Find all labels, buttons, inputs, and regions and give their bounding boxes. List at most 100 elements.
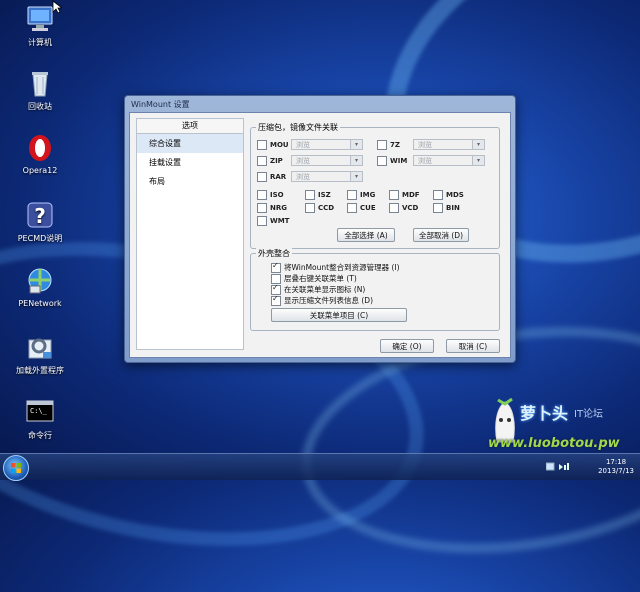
wim-combo[interactable]: 浏览 ▾ [413, 155, 485, 166]
checkbox[interactable] [433, 203, 443, 213]
desktop-icon-label: PENetwork [18, 299, 62, 308]
format-label: BIN [446, 204, 460, 212]
taskbar: 17:18 2013/7/13 [0, 453, 640, 481]
cancel-button[interactable]: 取消 (C) [446, 339, 500, 353]
watermark: 萝卜头 IT论坛 www.luobotou.pw [488, 398, 638, 458]
format-wmt[interactable]: WMT [257, 216, 289, 226]
combo-value: 浏览 [296, 173, 310, 181]
format-label: VCD [402, 204, 419, 212]
format-wim[interactable]: WIM [377, 156, 407, 166]
7z-combo[interactable]: 浏览 ▾ [413, 139, 485, 150]
option-integrate-explorer[interactable]: 将WinMount整合到资源管理器 (I) [271, 261, 400, 273]
format-isz[interactable]: ISZ [305, 190, 331, 200]
sidebar-item-layout[interactable]: 布局 [137, 172, 243, 191]
format-label: NRG [270, 204, 287, 212]
options-sidebar: 选项 综合设置 挂载设置 布局 [136, 118, 244, 350]
sidebar-item-mount[interactable]: 挂载设置 [137, 153, 243, 172]
checkbox[interactable] [377, 140, 387, 150]
rar-combo[interactable]: 浏览 ▾ [291, 171, 363, 182]
checkbox[interactable] [257, 172, 267, 182]
format-mdf[interactable]: MDF [389, 190, 420, 200]
option-menu-icons[interactable]: 在关联菜单显示图标 (N) [271, 283, 365, 295]
chevron-down-icon: ▾ [472, 156, 484, 165]
svg-text:C:\_: C:\_ [30, 407, 48, 415]
format-nrg[interactable]: NRG [257, 203, 287, 213]
desktop-icon-pecmd-help[interactable]: ? PECMD说明 [10, 200, 70, 244]
format-label: ISZ [318, 191, 331, 199]
format-label: WIM [390, 157, 408, 165]
option-label: 显示压缩文件列表信息 (D) [284, 296, 374, 305]
option-cascade-menu[interactable]: 层叠右键关联菜单 (T) [271, 273, 357, 284]
checkbox[interactable] [271, 261, 281, 273]
context-menu-items-button[interactable]: 关联菜单项目 (C) [271, 308, 407, 322]
checkbox[interactable] [257, 156, 267, 166]
checkbox[interactable] [377, 156, 387, 166]
command-prompt-icon: C:\_ [25, 397, 55, 427]
watermark-suffix: IT论坛 [574, 409, 604, 420]
desktop-icon-command-prompt[interactable]: C:\_ 命令行 [10, 397, 70, 441]
format-bin[interactable]: BIN [433, 203, 460, 213]
checkbox[interactable] [257, 203, 267, 213]
watermark-url: www.luobotou.pw [488, 436, 620, 451]
format-ccd[interactable]: CCD [305, 203, 334, 213]
zip-combo[interactable]: 浏览 ▾ [291, 155, 363, 166]
cancel-all-button[interactable]: 全部取消 (D) [413, 228, 469, 242]
format-img[interactable]: IMG [347, 190, 375, 200]
format-zip[interactable]: ZIP [257, 156, 283, 166]
winmount-settings-window[interactable]: WinMount 设置 选项 综合设置 挂载设置 布局 压缩包，镜像文件关联 M… [124, 95, 516, 363]
start-button[interactable] [3, 455, 29, 481]
format-7z[interactable]: 7Z [377, 140, 400, 150]
tray-icons[interactable] [546, 462, 570, 472]
taskbar-clock[interactable]: 17:18 2013/7/13 [598, 458, 634, 476]
checkbox[interactable] [347, 203, 357, 213]
checkbox[interactable] [433, 190, 443, 200]
mou-combo[interactable]: 浏览 ▾ [291, 139, 363, 150]
checkbox[interactable] [257, 216, 267, 226]
combo-value: 浏览 [418, 157, 432, 165]
format-cue[interactable]: CUE [347, 203, 376, 213]
checkbox[interactable] [347, 190, 357, 200]
desktop-icon-label: 加载外置程序 [16, 366, 64, 375]
window-title: WinMount 设置 [131, 100, 190, 109]
combo-value: 浏览 [418, 141, 432, 149]
format-label: CUE [360, 204, 376, 212]
checkbox[interactable] [305, 190, 315, 200]
chevron-down-icon: ▾ [472, 140, 484, 149]
combo-value: 浏览 [296, 157, 310, 165]
checkbox[interactable] [257, 140, 267, 150]
format-mou[interactable]: MOU [257, 140, 289, 150]
format-iso[interactable]: ISO [257, 190, 284, 200]
recycle-bin-icon [25, 68, 55, 98]
format-vcd[interactable]: VCD [389, 203, 418, 213]
select-all-button[interactable]: 全部选择 (A) [337, 228, 395, 242]
chevron-down-icon: ▾ [350, 140, 362, 149]
sidebar-item-general[interactable]: 综合设置 [137, 134, 243, 153]
desktop-icon-recycle-bin[interactable]: 回收站 [10, 68, 70, 112]
desktop-icon-opera[interactable]: Opera12 [10, 133, 70, 175]
checkbox[interactable] [257, 190, 267, 200]
desktop-icon-label: 回收站 [28, 102, 52, 111]
ok-button[interactable]: 确定 (O) [380, 339, 434, 353]
shell-integration-group: 外壳整合 将WinMount整合到资源管理器 (I) 层叠右键关联菜单 (T) … [250, 248, 500, 331]
chevron-down-icon: ▾ [350, 172, 362, 181]
load-program-icon [25, 332, 55, 362]
checkbox[interactable] [305, 203, 315, 213]
format-label: MDF [402, 191, 420, 199]
checkbox[interactable] [389, 190, 399, 200]
windows-logo-icon [11, 463, 21, 473]
checkbox[interactable] [271, 294, 281, 306]
desktop-icon-label: 命令行 [28, 431, 52, 440]
format-rar[interactable]: RAR [257, 172, 286, 182]
format-label: ZIP [270, 157, 283, 165]
checkbox[interactable] [389, 203, 399, 213]
desktop-icon-load-program[interactable]: 加载外置程序 [10, 332, 70, 376]
clock-date: 2013/7/13 [598, 467, 634, 475]
format-label: CCD [318, 204, 335, 212]
desktop-icon-pe-network[interactable]: PENetwork [10, 266, 70, 308]
mouse-cursor-icon [52, 0, 62, 14]
format-label: MOU [270, 141, 289, 149]
option-list-info[interactable]: 显示压缩文件列表信息 (D) [271, 294, 374, 306]
format-mds[interactable]: MDS [433, 190, 464, 200]
format-label: 7Z [390, 141, 400, 149]
format-label: WMT [270, 217, 290, 225]
